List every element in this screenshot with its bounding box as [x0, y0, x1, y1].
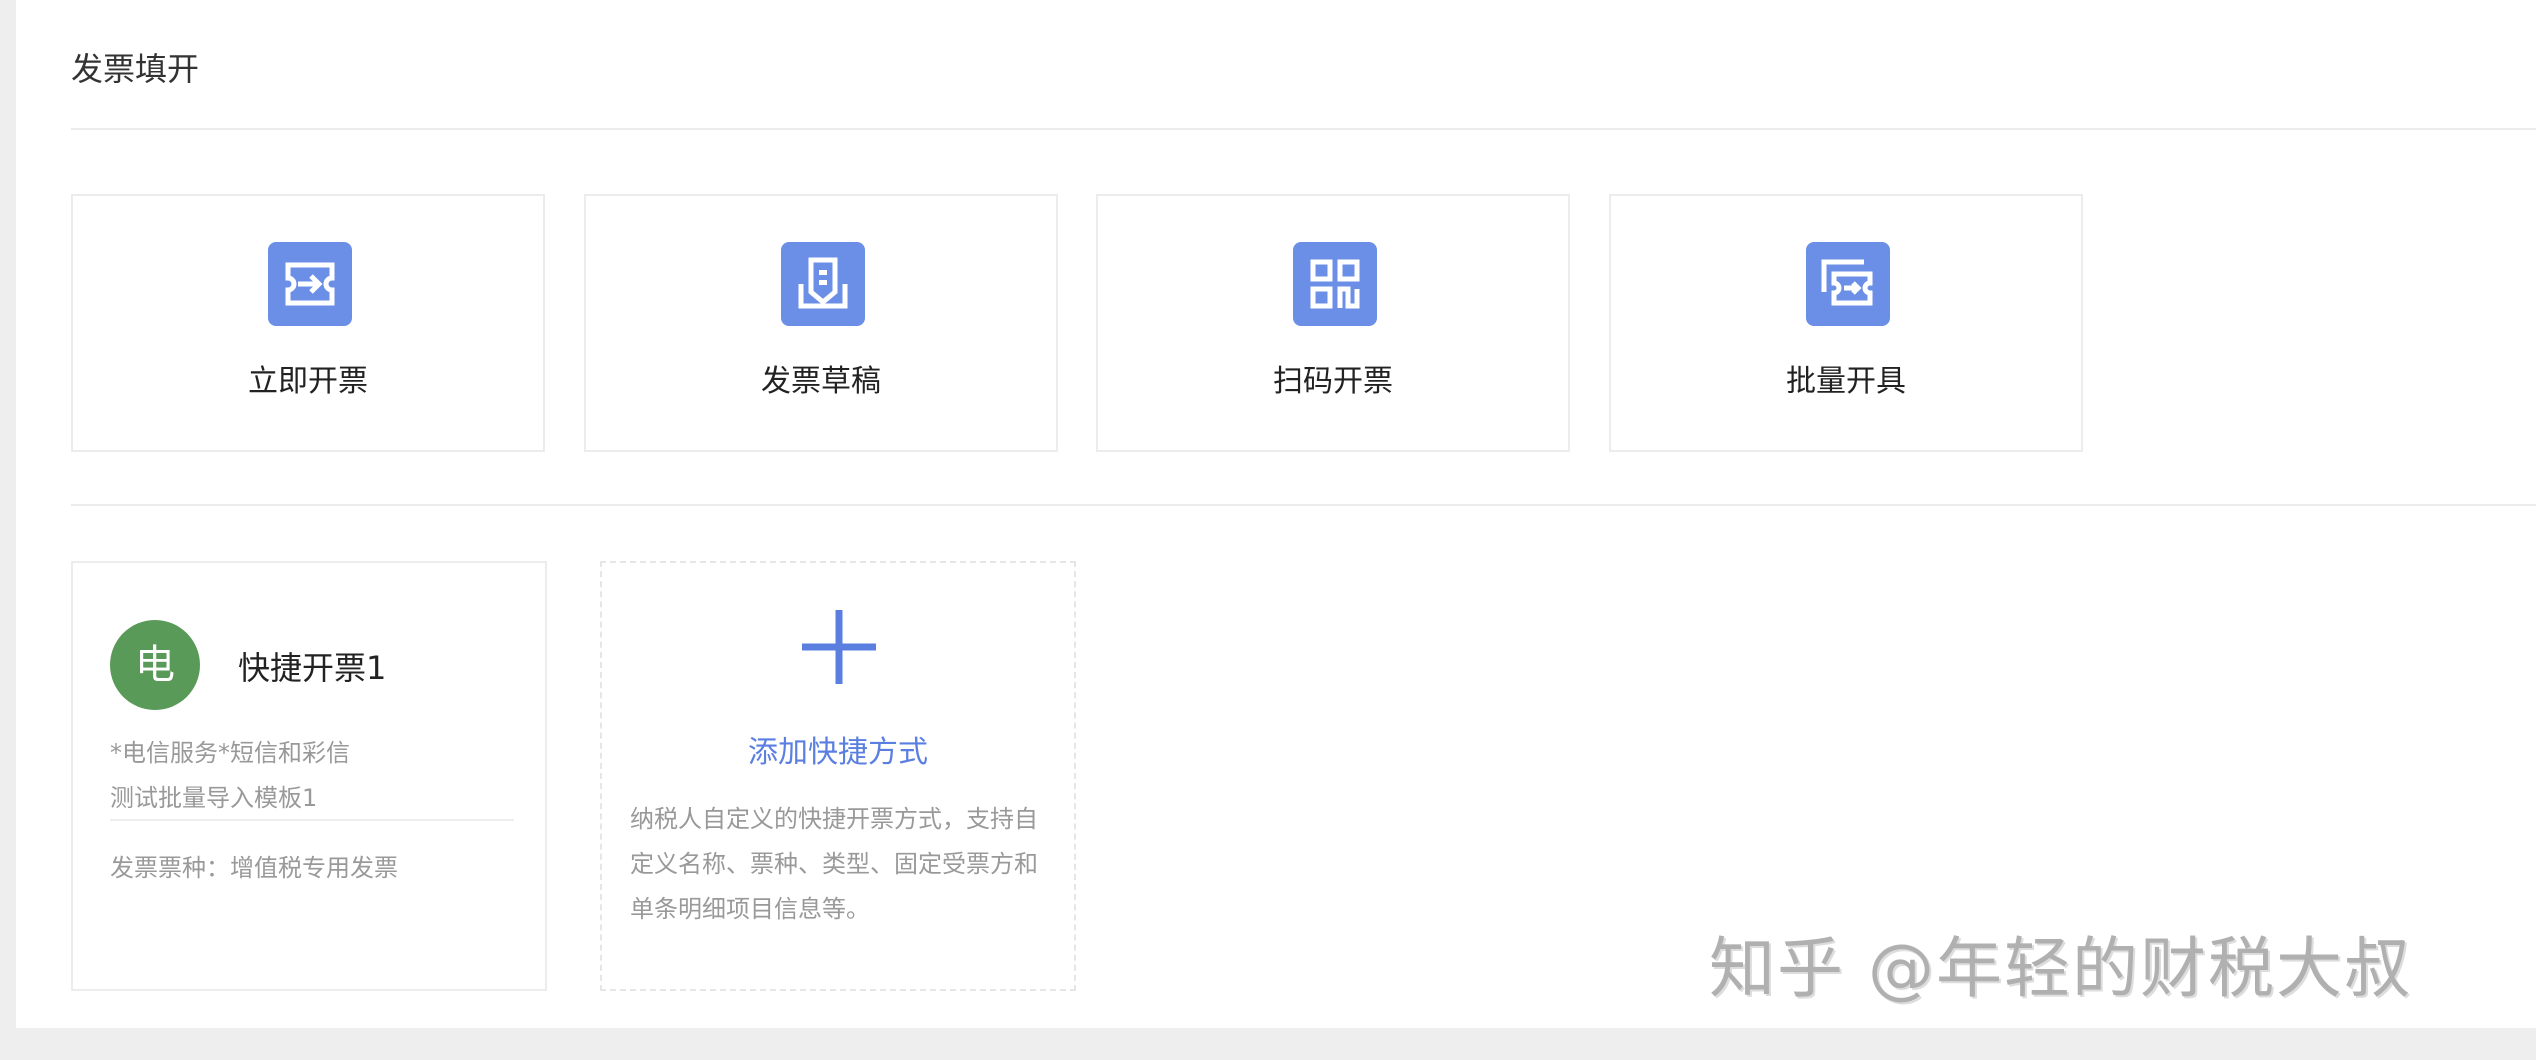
- batch-issue-label: 批量开具: [1786, 364, 1906, 399]
- invoice-draft-card[interactable]: 发票草稿: [584, 194, 1058, 452]
- main-panel: 发票填开 立即开票 发票草稿 扫码开票 批量开具 电 快捷开票1 *电信服务*短…: [16, 0, 2536, 1028]
- shortcut-item: *电信服务*短信和彩信: [110, 739, 350, 767]
- divider: [71, 504, 2536, 506]
- avatar: 电: [110, 620, 200, 710]
- qr-code-icon: [1293, 242, 1377, 326]
- scan-issue-label: 扫码开票: [1273, 364, 1393, 399]
- shortcut-invoice-type: 发票票种：增值税专用发票: [110, 854, 398, 882]
- batch-ticket-icon: [1806, 242, 1890, 326]
- add-shortcut-label: 添加快捷方式: [748, 735, 928, 770]
- invoice-draft-label: 发票草稿: [761, 364, 881, 399]
- add-shortcut-card[interactable]: 添加快捷方式 纳税人自定义的快捷开票方式，支持自定义名称、票种、类型、固定受票方…: [600, 561, 1076, 991]
- divider: [71, 128, 2536, 130]
- divider: [110, 819, 514, 821]
- issue-now-label: 立即开票: [248, 364, 368, 399]
- shortcut-title: 快捷开票1: [238, 649, 387, 687]
- scan-issue-card[interactable]: 扫码开票: [1096, 194, 1570, 452]
- add-shortcut-description: 纳税人自定义的快捷开票方式，支持自定义名称、票种、类型、固定受票方和单条明细项目…: [630, 805, 1038, 923]
- draft-tray-icon: [781, 242, 865, 326]
- issue-now-card[interactable]: 立即开票: [71, 194, 545, 452]
- ticket-arrow-icon: [268, 242, 352, 326]
- plus-icon: [802, 610, 876, 684]
- shortcut-template: 测试批量导入模板1: [110, 784, 318, 812]
- shortcut-card[interactable]: 电 快捷开票1 *电信服务*短信和彩信 测试批量导入模板1 发票票种：增值税专用…: [71, 561, 547, 991]
- watermark: 知乎 @年轻的财税大叔: [1709, 930, 2412, 1007]
- batch-issue-card[interactable]: 批量开具: [1609, 194, 2083, 452]
- page-title: 发票填开: [71, 50, 200, 88]
